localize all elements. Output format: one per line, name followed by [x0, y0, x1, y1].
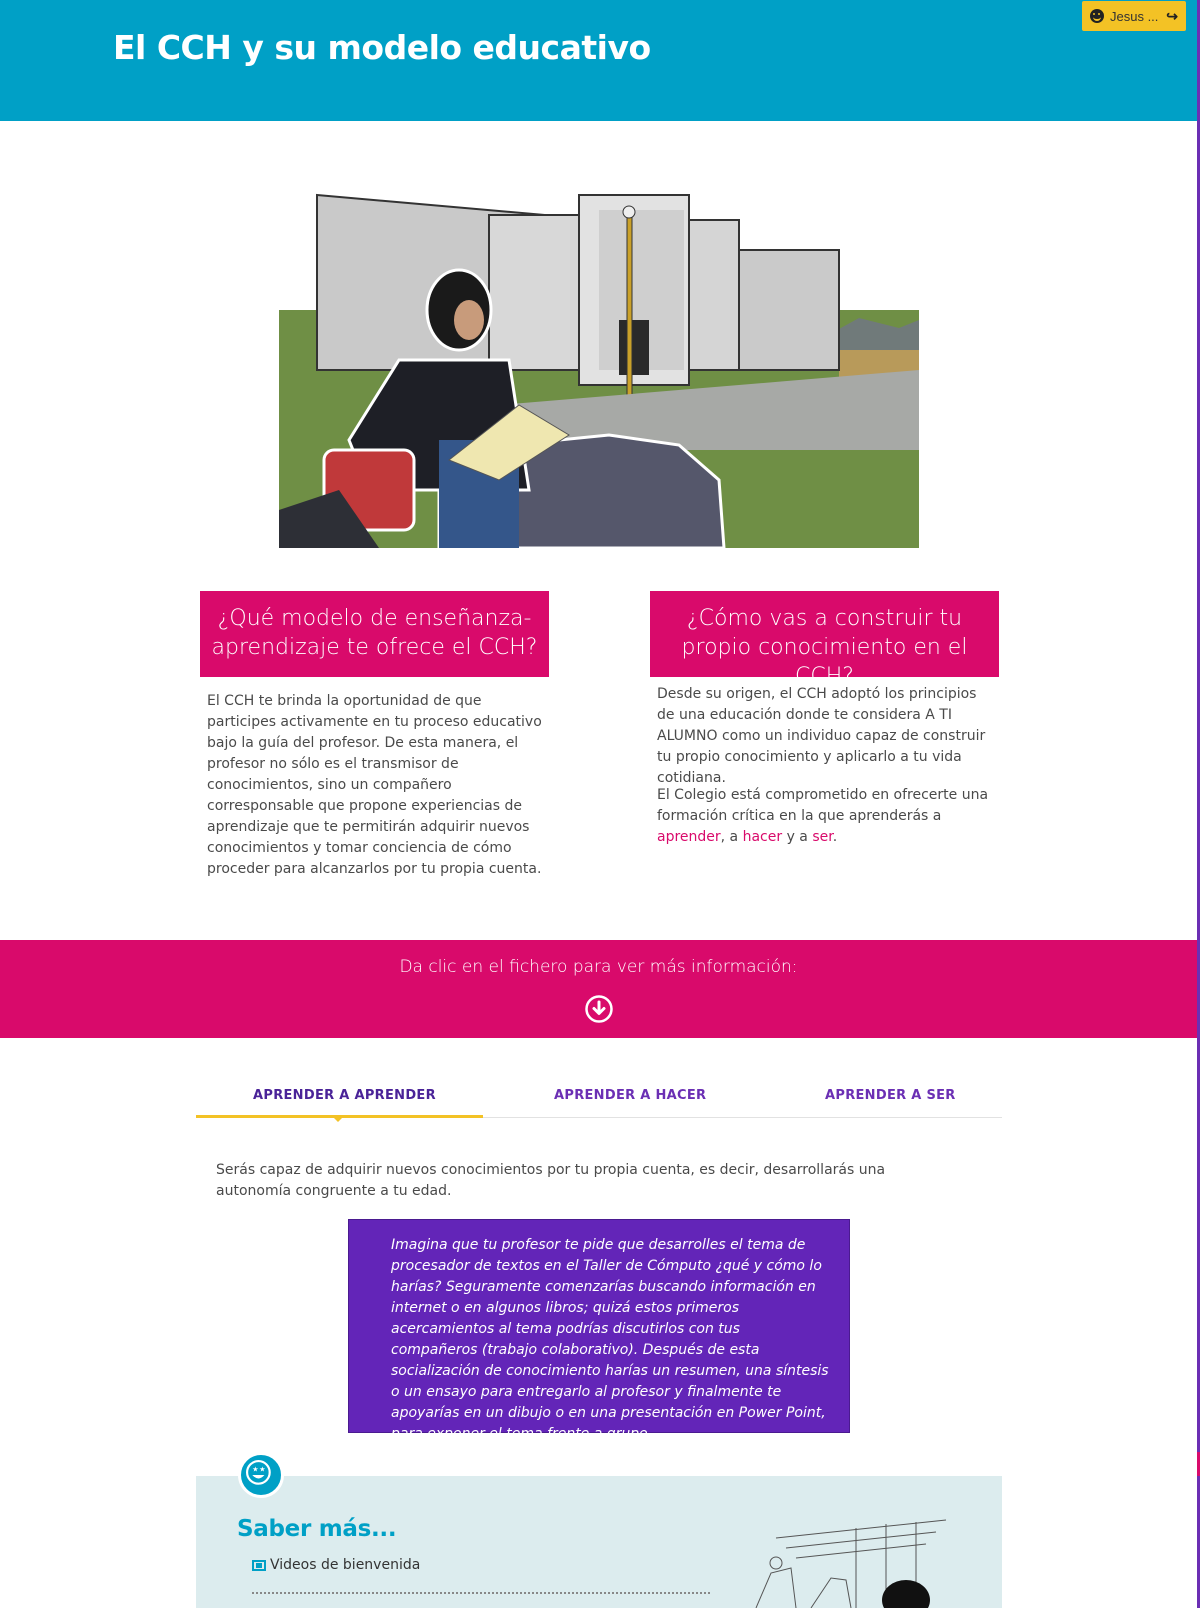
svg-text:★: ★ — [252, 1466, 258, 1474]
dotted-divider — [252, 1592, 710, 1594]
commitment-text: El Colegio está comprometido en ofrecert… — [657, 785, 1002, 848]
tab-aprender-a-ser[interactable]: APRENDER A SER — [825, 1088, 956, 1103]
commitment-prefix: El Colegio está comprometido en ofrecert… — [657, 787, 989, 824]
svg-text:★: ★ — [259, 1466, 265, 1474]
commitment-suffix: . — [832, 829, 838, 845]
user-name: Jesus ... — [1110, 8, 1159, 24]
hallway-sketch-illustration — [755, 1519, 947, 1608]
star-eyes-smile-icon: ★ ★ — [238, 1452, 284, 1498]
info-band-message: Da clic en el fichero para ver más infor… — [399, 957, 798, 977]
info-band: Da clic en el fichero para ver más infor… — [0, 940, 1197, 1038]
tab-aprender-a-aprender[interactable]: APRENDER A APRENDER — [253, 1088, 436, 1103]
logout-icon[interactable]: ↪ — [1166, 8, 1178, 25]
section-title-teaching-model: ¿Qué modelo de enseñanza-aprendizaje te … — [200, 591, 549, 677]
commitment-sep-2: y a — [782, 829, 813, 845]
link-hacer[interactable]: hacer — [743, 829, 783, 845]
link-aprender[interactable]: aprender — [657, 829, 721, 845]
page-header: El CCH y su modelo educativo Jesus ... ↪ — [0, 0, 1197, 121]
tab-aprender-a-hacer[interactable]: APRENDER A HACER — [554, 1088, 706, 1103]
tab-intro-text: Serás capaz de adquirir nuevos conocimie… — [216, 1162, 886, 1199]
section-title-build-knowledge: ¿Cómo vas a construir tu propio conocimi… — [650, 591, 999, 689]
learning-tabs: APRENDER A APRENDER APRENDER A HACER APR… — [196, 1078, 1002, 1122]
user-menu-button[interactable]: Jesus ... ↪ — [1082, 1, 1186, 31]
hero-illustration — [279, 193, 919, 548]
page-title: El CCH y su modelo educativo — [113, 28, 651, 67]
arrow-down-circle-icon[interactable] — [584, 994, 614, 1024]
active-tab-indicator — [196, 1115, 483, 1122]
commitment-sep-1: , a — [720, 829, 743, 845]
saber-mas-panel: Saber más... Videos de bienvenida — [196, 1476, 1002, 1608]
link-ser[interactable]: ser — [812, 829, 832, 845]
saber-mas-title: Saber más... — [237, 1516, 397, 1542]
build-knowledge-text: Desde su origen, el CCH adoptó los princ… — [657, 686, 986, 786]
teaching-model-text: El CCH te brinda la oportunidad de que p… — [207, 693, 542, 877]
film-icon — [252, 1559, 266, 1571]
smile-icon — [1090, 9, 1104, 23]
example-box: Imagina que tu profesor te pide que desa… — [348, 1219, 850, 1442]
saber-mas-item-videos[interactable]: Videos de bienvenida — [252, 1557, 420, 1573]
saber-mas-item-label: Videos de bienvenida — [270, 1557, 421, 1573]
